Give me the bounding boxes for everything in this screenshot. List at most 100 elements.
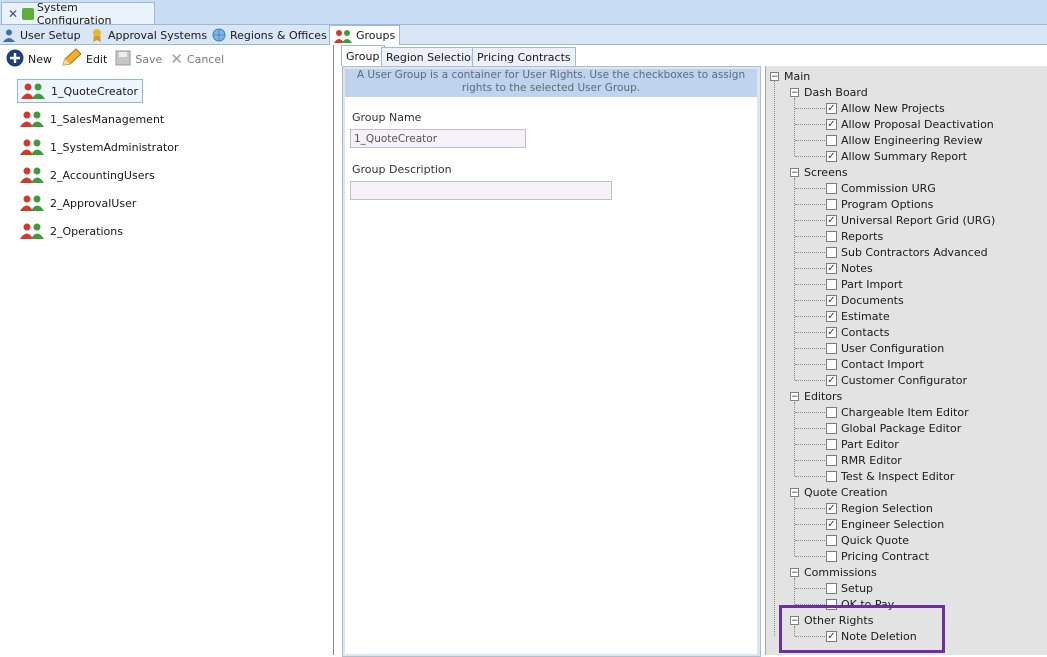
checkbox[interactable] [826,134,837,146]
close-icon[interactable]: ✕ [8,7,18,21]
tree-item-estimate[interactable]: ✓ Estimate [826,308,890,324]
tree-item-contacts[interactable]: ✓ Contacts [826,324,890,340]
tree-item-allow-engineering-review[interactable]: Allow Engineering Review [826,132,983,148]
tree-item-program-options[interactable]: Program Options [826,196,933,212]
collapse-icon[interactable]: − [790,567,799,577]
tree-node-screens[interactable]: − Screens [790,164,848,180]
checkbox[interactable]: ✓ [826,150,837,162]
collapse-icon[interactable]: − [790,87,799,97]
tree-item-part-editor[interactable]: Part Editor [826,436,899,452]
tree-node-label: Test & Inspect Editor [841,469,955,483]
checkbox[interactable] [826,182,837,194]
tab-group[interactable]: Group [341,45,385,66]
new-button[interactable]: New [6,49,52,70]
group-description-label: Group Description [352,163,452,176]
tree-node-quote-creation[interactable]: − Quote Creation [790,484,887,500]
checkbox[interactable] [826,454,837,466]
checkbox[interactable]: ✓ [826,262,837,274]
checkbox[interactable] [826,358,837,370]
group-form: Group Name 1_QuoteCreator Group Descript… [345,97,757,654]
checkbox[interactable] [826,438,837,450]
tree-item-sub-contractors-advanced[interactable]: Sub Contractors Advanced [826,244,988,260]
tree-item-allow-new-projects[interactable]: ✓ Allow New Projects [826,100,945,116]
tab-region-selection[interactable]: Region Selection [381,47,483,66]
tree-item-universal-report-grid-urg[interactable]: ✓ Universal Report Grid (URG) [826,212,995,228]
tree-connector [795,524,825,525]
list-item-group[interactable]: 1_QuoteCreator [17,79,143,103]
collapse-icon[interactable]: − [790,487,799,497]
list-item-group[interactable]: 1_SalesManagement [17,108,164,130]
tree-item-reports[interactable]: Reports [826,228,883,244]
edit-button[interactable]: Edit [60,47,107,71]
tree-item-allow-summary-report[interactable]: ✓ Allow Summary Report [826,148,967,164]
tab-pricing-contracts[interactable]: Pricing Contracts [472,47,576,66]
collapse-icon[interactable]: − [790,167,799,177]
tree-connector [794,178,795,380]
collapse-icon[interactable]: − [790,391,799,401]
tree-item-commission-urg[interactable]: Commission URG [826,180,936,196]
tree-node-label: RMR Editor [841,453,902,467]
checkbox[interactable] [826,470,837,482]
checkbox[interactable] [826,198,837,210]
checkbox[interactable]: ✓ [826,214,837,226]
checkbox[interactable]: ✓ [826,294,837,306]
system-configuration-tab[interactable]: ✕ System Configuration [1,1,155,27]
tree-item-part-import[interactable]: Part Import [826,276,903,292]
tree-item-test-inspect-editor[interactable]: Test & Inspect Editor [826,468,954,484]
tree-item-documents[interactable]: ✓ Documents [826,292,904,308]
tree-item-setup[interactable]: Setup [826,580,873,596]
tab-groups[interactable]: Groups [329,25,401,45]
tree-node-dash-board[interactable]: − Dash Board [790,84,868,100]
tree-item-chargeable-item-editor[interactable]: Chargeable Item Editor [826,404,969,420]
checkbox[interactable] [826,534,837,546]
tree-node-commissions[interactable]: − Commissions [790,564,877,580]
checkbox[interactable] [826,230,837,242]
tree-item-global-package-editor[interactable]: Global Package Editor [826,420,961,436]
tree-node-label: Universal Report Grid (URG) [841,213,996,227]
tree-item-contact-import[interactable]: Contact Import [826,356,924,372]
tree-item-user-configuration[interactable]: User Configuration [826,340,944,356]
toolbar: New Edit Save ✕ Cancel [0,45,333,73]
checkbox[interactable]: ✓ [826,502,837,514]
tree-item-quick-quote[interactable]: Quick Quote [826,532,909,548]
tree-item-region-selection[interactable]: ✓ Region Selection [826,500,933,516]
tree-item-customer-configurator[interactable]: ✓ Customer Configurator [826,372,967,388]
tree-node-editors[interactable]: − Editors [790,388,842,404]
checkbox[interactable]: ✓ [826,374,837,386]
tab-approval-systems[interactable]: Approval Systems [90,26,207,44]
group-description-field[interactable] [350,181,612,200]
tree-item-notes[interactable]: ✓ Notes [826,260,873,276]
checkbox[interactable]: ✓ [826,326,837,338]
checkbox[interactable] [826,406,837,418]
list-item-group[interactable]: 2_AccountingUsers [17,164,155,186]
tree-item-engineer-selection[interactable]: ✓ Engineer Selection [826,516,944,532]
tree-node-label: Customer Configurator [841,373,968,387]
checkbox[interactable] [826,422,837,434]
tree-node-main[interactable]: − Main [770,68,810,84]
checkbox[interactable] [826,278,837,290]
tree-item-pricing-contract[interactable]: Pricing Contract [826,548,929,564]
checkbox[interactable] [826,246,837,258]
checkbox[interactable]: ✓ [826,310,837,322]
checkbox[interactable]: ✓ [826,518,837,530]
checkbox[interactable] [826,582,837,594]
cancel-button[interactable]: ✕ Cancel [170,50,224,68]
list-item-group[interactable]: 2_Operations [17,220,123,242]
checkbox[interactable] [826,550,837,562]
tab-user-setup[interactable]: User Setup [2,26,81,44]
tree-node-label: Part Editor [841,437,899,451]
save-button[interactable]: Save [115,50,162,69]
tree-connector [795,508,825,509]
list-item-group[interactable]: 1_SystemAdministrator [17,136,179,158]
tab-regions-offices[interactable]: Regions & Offices [212,26,327,44]
checkbox[interactable]: ✓ [826,102,837,114]
checkbox[interactable] [826,342,837,354]
tree-item-allow-proposal-deactivation[interactable]: ✓ Allow Proposal Deactivation [826,116,994,132]
tree-connector [795,140,825,141]
list-item-group[interactable]: 2_ApprovalUser [17,192,136,214]
tree-node-label: Notes [841,261,873,275]
checkbox[interactable]: ✓ [826,118,837,130]
group-name-field[interactable]: 1_QuoteCreator [350,129,526,148]
tree-connector [795,220,825,221]
tree-item-rmr-editor[interactable]: RMR Editor [826,452,902,468]
